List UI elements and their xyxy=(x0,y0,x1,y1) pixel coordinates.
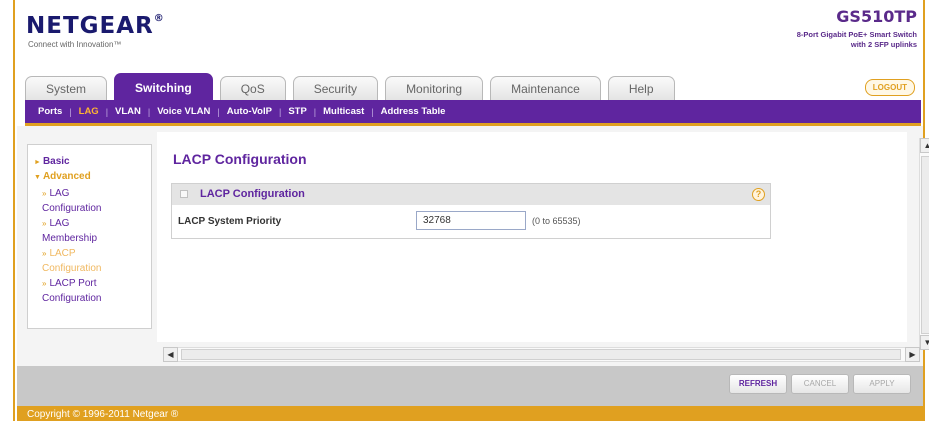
subnav-vlan[interactable]: VLAN xyxy=(115,106,141,117)
product-description: 8-Port Gigabit PoE+ Smart Switch with 2 … xyxy=(777,30,917,50)
page-title: LACP Configuration xyxy=(173,151,307,167)
subnav-separator: | xyxy=(69,106,72,117)
subnav-address-table[interactable]: Address Table xyxy=(381,106,446,117)
horizontal-scrollbar[interactable]: ◀ ▶ xyxy=(163,347,920,362)
bullet-icon: » xyxy=(42,189,47,198)
main-area: ► Basic ▼ Advanced » LAG Configuration » LAG… xyxy=(17,126,929,366)
subnav-separator: | xyxy=(105,106,109,117)
sidebar-item-label: LACP xyxy=(49,248,76,259)
app-frame: NETGEAR® Connect with Innovation™ GS510T… xyxy=(13,0,929,421)
sidebar-item-label: LAG xyxy=(49,188,70,199)
tab-maintenance[interactable]: Maintenance xyxy=(490,76,601,100)
copyright-footer: Copyright © 1996-2011 Netgear ® xyxy=(17,406,923,421)
lacp-system-priority-label: LACP System Priority xyxy=(178,216,282,227)
product-model: GS510TP xyxy=(836,7,917,26)
subnav-separator: | xyxy=(278,106,282,117)
help-icon[interactable]: ? xyxy=(752,188,765,201)
tab-monitoring[interactable]: Monitoring xyxy=(385,76,484,100)
subnav-lag[interactable]: LAG xyxy=(79,106,99,117)
scroll-right-icon[interactable]: ▶ xyxy=(905,347,920,362)
sidebar-item-label: Configuration xyxy=(42,263,102,274)
tab-security[interactable]: Security xyxy=(292,76,379,100)
vertical-scroll-thumb[interactable] xyxy=(921,156,929,334)
sidebar-item-lag-configuration[interactable]: » LAG Configuration xyxy=(34,186,151,216)
subnav-auto-voip[interactable]: Auto-VoIP xyxy=(227,106,272,117)
sidebar-item-label: LACP Port xyxy=(49,278,97,289)
cancel-button[interactable]: CANCEL xyxy=(791,374,849,394)
refresh-button[interactable]: REFRESH xyxy=(729,374,787,394)
horizontal-scroll-thumb[interactable] xyxy=(181,349,901,360)
subnav-separator: | xyxy=(313,106,317,117)
sidebar-item-label: Configuration xyxy=(42,293,102,304)
sidebar-item-label: Configuration xyxy=(42,203,102,214)
sidebar-item-label: Membership xyxy=(42,233,98,244)
collapse-icon[interactable] xyxy=(180,190,188,198)
sidebar-item-basic[interactable]: ► Basic xyxy=(34,156,151,167)
chevron-right-icon: ► xyxy=(34,159,41,166)
bullet-icon: » xyxy=(42,279,47,288)
sub-navigation: Ports | LAG | VLAN | Voice VLAN | Auto-V… xyxy=(25,100,921,126)
brand-name: NETGEAR xyxy=(26,13,154,39)
sidebar-item-label: Advanced xyxy=(42,171,91,182)
lacp-system-priority-input[interactable] xyxy=(416,211,526,230)
vertical-scrollbar[interactable]: ▲ ▼ xyxy=(919,138,929,350)
subnav-separator: | xyxy=(147,106,151,117)
scroll-left-icon[interactable]: ◀ xyxy=(163,347,178,362)
sidebar-item-label: Basic xyxy=(42,156,70,167)
tab-system[interactable]: System xyxy=(25,76,108,100)
panel-header: LACP Configuration ? xyxy=(172,184,770,205)
scroll-down-icon[interactable]: ▼ xyxy=(920,335,929,350)
sidebar-item-lacp-port-configuration[interactable]: » LACP Port Configuration xyxy=(34,276,151,306)
subnav-voice-vlan[interactable]: Voice VLAN xyxy=(157,106,210,117)
tab-qos[interactable]: QoS xyxy=(219,76,286,100)
main-tabs: System Switching QoS Security Monitoring… xyxy=(25,73,682,100)
subnav-ports[interactable]: Ports xyxy=(38,106,62,117)
subnav-multicast[interactable]: Multicast xyxy=(323,106,364,117)
lacp-system-priority-hint: (0 to 65535) xyxy=(532,216,581,226)
sidebar-item-lacp-configuration[interactable]: » LACP Configuration xyxy=(34,246,151,276)
tab-switching[interactable]: Switching xyxy=(114,73,213,100)
sidebar-item-label: LAG xyxy=(49,218,70,229)
subnav-stp[interactable]: STP xyxy=(288,106,306,117)
lacp-config-panel: LACP Configuration ? LACP System Priorit… xyxy=(171,183,771,239)
subnav-separator: | xyxy=(371,106,374,117)
brand-tagline: Connect with Innovation™ xyxy=(28,40,122,49)
chevron-down-icon: ▼ xyxy=(34,174,41,181)
product-desc-line: 8-Port Gigabit PoE+ Smart Switch xyxy=(796,30,917,39)
sidebar-item-advanced[interactable]: ▼ Advanced xyxy=(34,171,151,182)
sidebar: ► Basic ▼ Advanced » LAG Configuration » LAG… xyxy=(27,144,152,329)
sidebar-item-lag-membership[interactable]: » LAG Membership xyxy=(34,216,151,246)
bullet-icon: » xyxy=(42,219,47,228)
content-area: LACP Configuration LACP Configuration ? … xyxy=(157,132,907,342)
brand-mark: ® xyxy=(153,13,165,24)
tab-help[interactable]: Help xyxy=(607,76,675,100)
netgear-logo: NETGEAR® xyxy=(26,13,165,39)
logout-button[interactable]: LOGOUT xyxy=(864,79,915,96)
panel-title: LACP Configuration xyxy=(200,188,305,200)
subnav-separator: | xyxy=(217,106,220,117)
action-bar: REFRESH CANCEL APPLY xyxy=(17,366,923,406)
scroll-up-icon[interactable]: ▲ xyxy=(920,138,929,153)
product-desc-line: with 2 SFP uplinks xyxy=(850,40,917,49)
apply-button[interactable]: APPLY xyxy=(853,374,911,394)
bullet-icon: » xyxy=(42,249,47,258)
